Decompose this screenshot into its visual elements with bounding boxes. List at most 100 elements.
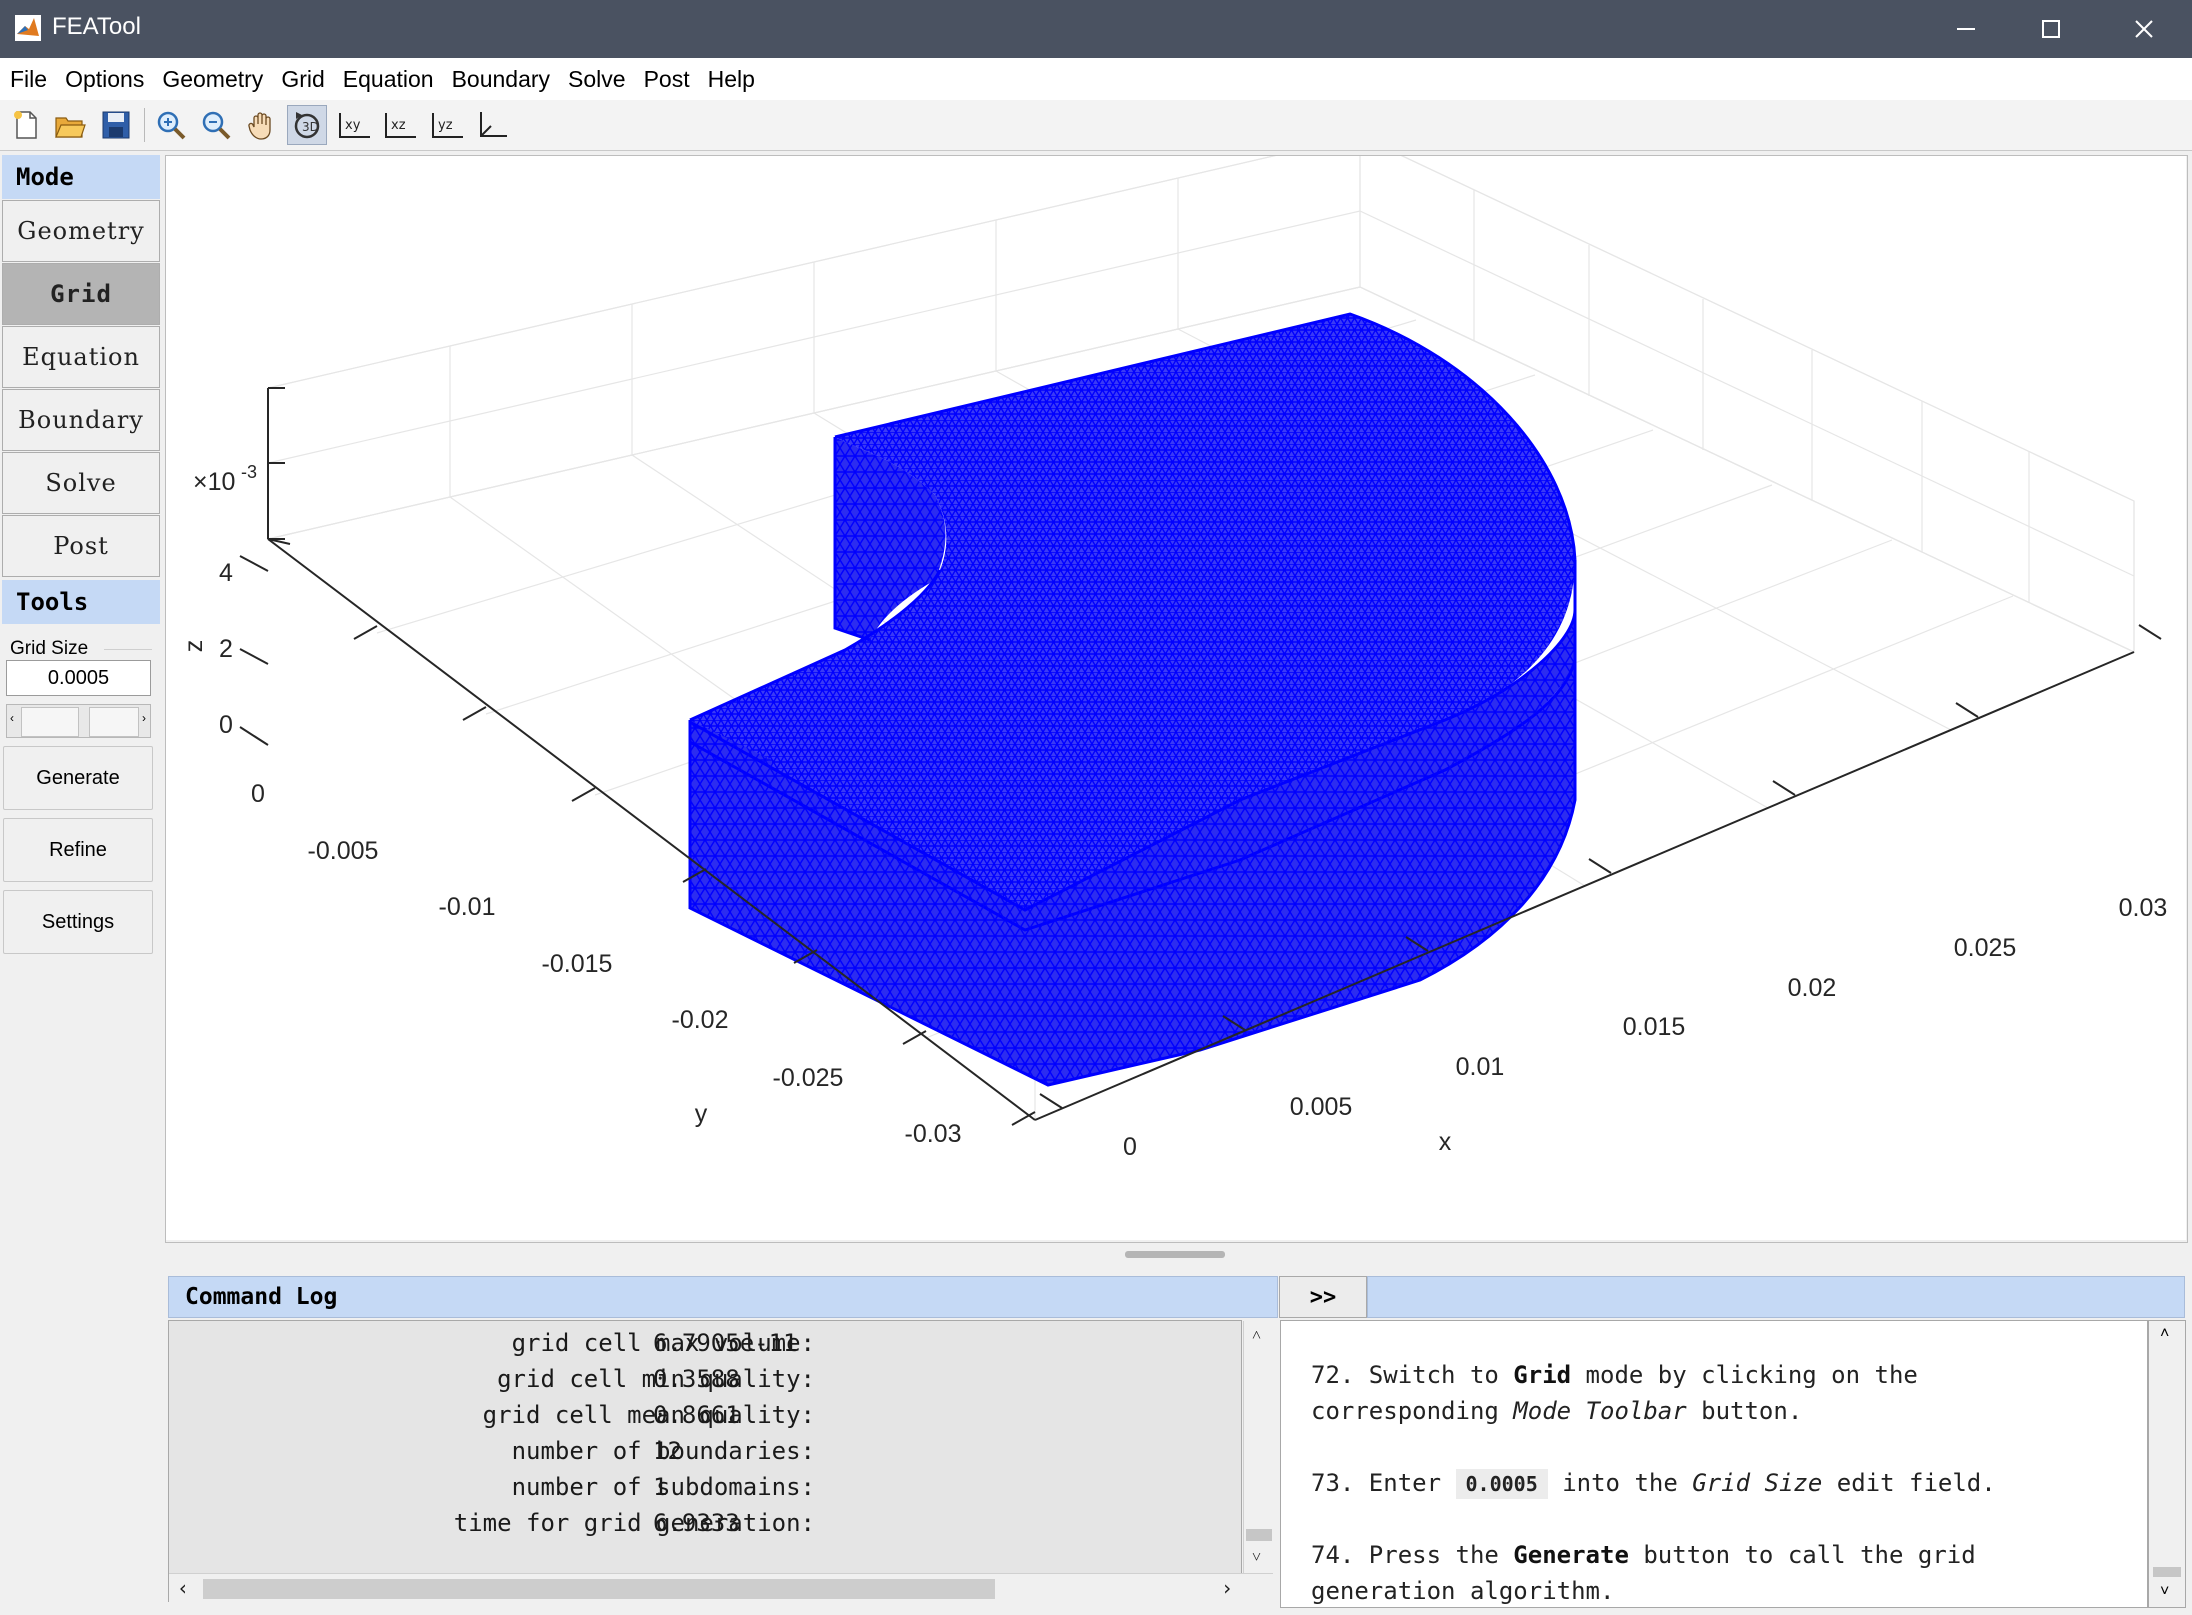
label-divider <box>104 649 152 650</box>
mode-grid-button[interactable]: Grid <box>2 263 160 325</box>
minimize-icon <box>1957 28 1975 30</box>
panel-splitter[interactable] <box>165 1244 2188 1266</box>
zoom-in-button[interactable] <box>151 105 191 145</box>
scroll-thumb[interactable] <box>1246 1529 1272 1541</box>
slider-right-arrow-icon[interactable]: › <box>142 711 146 725</box>
mode-geometry-button[interactable]: Geometry <box>2 200 160 262</box>
y-tick-0: 0 <box>251 780 265 808</box>
view-xz-button[interactable]: xz <box>380 105 420 145</box>
svg-text:yz: yz <box>438 118 453 133</box>
save-file-button[interactable] <box>96 105 136 145</box>
z-exponent-base: ×10 <box>193 468 235 496</box>
h-scroll-thumb[interactable] <box>203 1579 995 1599</box>
z-axis-label: z <box>180 640 208 653</box>
menu-equation[interactable]: Equation <box>334 66 443 93</box>
left-panel: Mode Geometry Grid Equation Boundary Sol… <box>0 152 163 1615</box>
x-tick-4: 0.02 <box>1788 974 1837 1002</box>
save-icon <box>102 111 130 139</box>
mesh-plot-axes[interactable]: 0 0.005 0.01 0.015 0.02 0.025 0.03 x 0 -… <box>166 156 2186 1240</box>
window-title: FEATool <box>52 13 141 40</box>
scroll-down-icon[interactable]: ˅ <box>1252 1547 1261 1567</box>
mode-post-button[interactable]: Post <box>2 515 160 577</box>
y-tick-3: -0.015 <box>542 950 613 978</box>
z-tick-0: 0 <box>219 711 233 739</box>
tools-header: Tools <box>2 580 160 624</box>
x-tick-5: 0.025 <box>1954 934 2017 962</box>
view-3d-button[interactable] <box>473 105 513 145</box>
log-value: 6.7905e-11 <box>653 1329 798 1357</box>
x-tick-3: 0.015 <box>1623 1013 1686 1041</box>
scroll-up-icon[interactable]: ˄ <box>1252 1325 1261 1345</box>
settings-button[interactable]: Settings <box>3 890 153 954</box>
minimize-button[interactable] <box>1920 0 2012 58</box>
generate-button[interactable]: Generate <box>3 746 153 810</box>
close-icon <box>2135 20 2153 38</box>
x-axis-label: x <box>1439 1128 1452 1156</box>
grid-size-slider[interactable]: ‹ › <box>6 704 151 738</box>
rotate-3d-button[interactable]: 3D <box>287 105 327 145</box>
maximize-button[interactable] <box>2005 0 2097 58</box>
y-tick-4: -0.02 <box>672 1006 729 1034</box>
log-value: 0.8661 <box>653 1401 740 1429</box>
scroll-up-icon[interactable]: ˄ <box>2160 1325 2169 1343</box>
new-icon <box>14 111 37 139</box>
scroll-down-icon[interactable]: ˅ <box>2160 1583 2169 1601</box>
rotate-icon: 3D <box>294 112 320 139</box>
refine-button[interactable]: Refine <box>3 818 153 882</box>
menu-file[interactable]: File <box>0 66 56 93</box>
log-horizontal-scrollbar[interactable]: ‹ › <box>169 1573 1273 1604</box>
pan-button[interactable] <box>242 105 282 145</box>
splitter-grip[interactable] <box>1125 1251 1225 1258</box>
menu-bar: File Options Geometry Grid Equation Boun… <box>0 58 2192 101</box>
view-xz-icon: xz <box>385 113 416 138</box>
x-tick-2: 0.01 <box>1456 1053 1505 1081</box>
step-74-line-2: generation algorithm. <box>1311 1577 1615 1605</box>
mode-solve-button[interactable]: Solve <box>2 452 160 514</box>
open-icon <box>55 117 86 138</box>
svg-text:xz: xz <box>391 118 406 133</box>
x-tick-0: 0 <box>1123 1133 1137 1161</box>
menu-options[interactable]: Options <box>56 66 153 93</box>
menu-help[interactable]: Help <box>699 66 764 93</box>
z-tick-1: 2 <box>219 635 233 663</box>
menu-solve[interactable]: Solve <box>559 66 635 93</box>
open-file-button[interactable] <box>50 105 90 145</box>
view-yz-icon: yz <box>432 113 463 138</box>
y-tick-1: -0.005 <box>308 837 379 865</box>
slider-thumb[interactable] <box>89 707 139 737</box>
menu-geometry[interactable]: Geometry <box>153 66 272 93</box>
matlab-logo-icon <box>15 15 41 41</box>
y-tick-6: -0.03 <box>905 1120 962 1148</box>
scroll-right-icon[interactable]: › <box>1221 1576 1233 1600</box>
mode-boundary-button[interactable]: Boundary <box>2 389 160 451</box>
instructions-scrollbar[interactable]: ˄ ˅ <box>2148 1320 2186 1608</box>
grid-size-label: Grid Size <box>10 638 89 659</box>
x-tick-6: 0.03 <box>2119 894 2168 922</box>
z-tick-2: 4 <box>219 559 233 587</box>
command-log-header: Command Log <box>168 1276 1278 1318</box>
zoom-out-button[interactable] <box>196 105 236 145</box>
y-axis-label: y <box>695 1100 708 1128</box>
scroll-thumb[interactable] <box>2153 1567 2181 1577</box>
mode-equation-button[interactable]: Equation <box>2 326 160 388</box>
menu-post[interactable]: Post <box>635 66 699 93</box>
slider-left-arrow-icon[interactable]: ‹ <box>10 711 14 725</box>
z-exponent-power: -3 <box>241 462 257 482</box>
log-vertical-scrollbar[interactable]: ˄ ˅ <box>1243 1321 1274 1573</box>
maximize-icon <box>2042 20 2060 38</box>
close-button[interactable] <box>2098 0 2190 58</box>
zoom-out-icon <box>202 111 231 140</box>
step-72-line-1: 72. Switch to Grid mode by clicking on t… <box>1311 1361 1918 1389</box>
command-log[interactable]: grid cell max volume: 6.7905e-11 grid ce… <box>168 1320 1274 1604</box>
menu-grid[interactable]: Grid <box>272 66 333 93</box>
toggle-panel-button[interactable]: >> <box>1279 1276 1367 1318</box>
new-file-button[interactable] <box>6 105 46 145</box>
tutorial-instructions: 72. Switch to Grid mode by clicking on t… <box>1280 1320 2148 1608</box>
log-value: 6.9333 <box>653 1509 740 1537</box>
grid-size-input[interactable]: 0.0005 <box>6 660 151 696</box>
scroll-left-icon[interactable]: ‹ <box>177 1576 189 1600</box>
menu-boundary[interactable]: Boundary <box>443 66 559 93</box>
view-yz-button[interactable]: yz <box>427 105 467 145</box>
view-xy-button[interactable]: xy <box>334 105 374 145</box>
mode-header: Mode <box>2 155 160 199</box>
